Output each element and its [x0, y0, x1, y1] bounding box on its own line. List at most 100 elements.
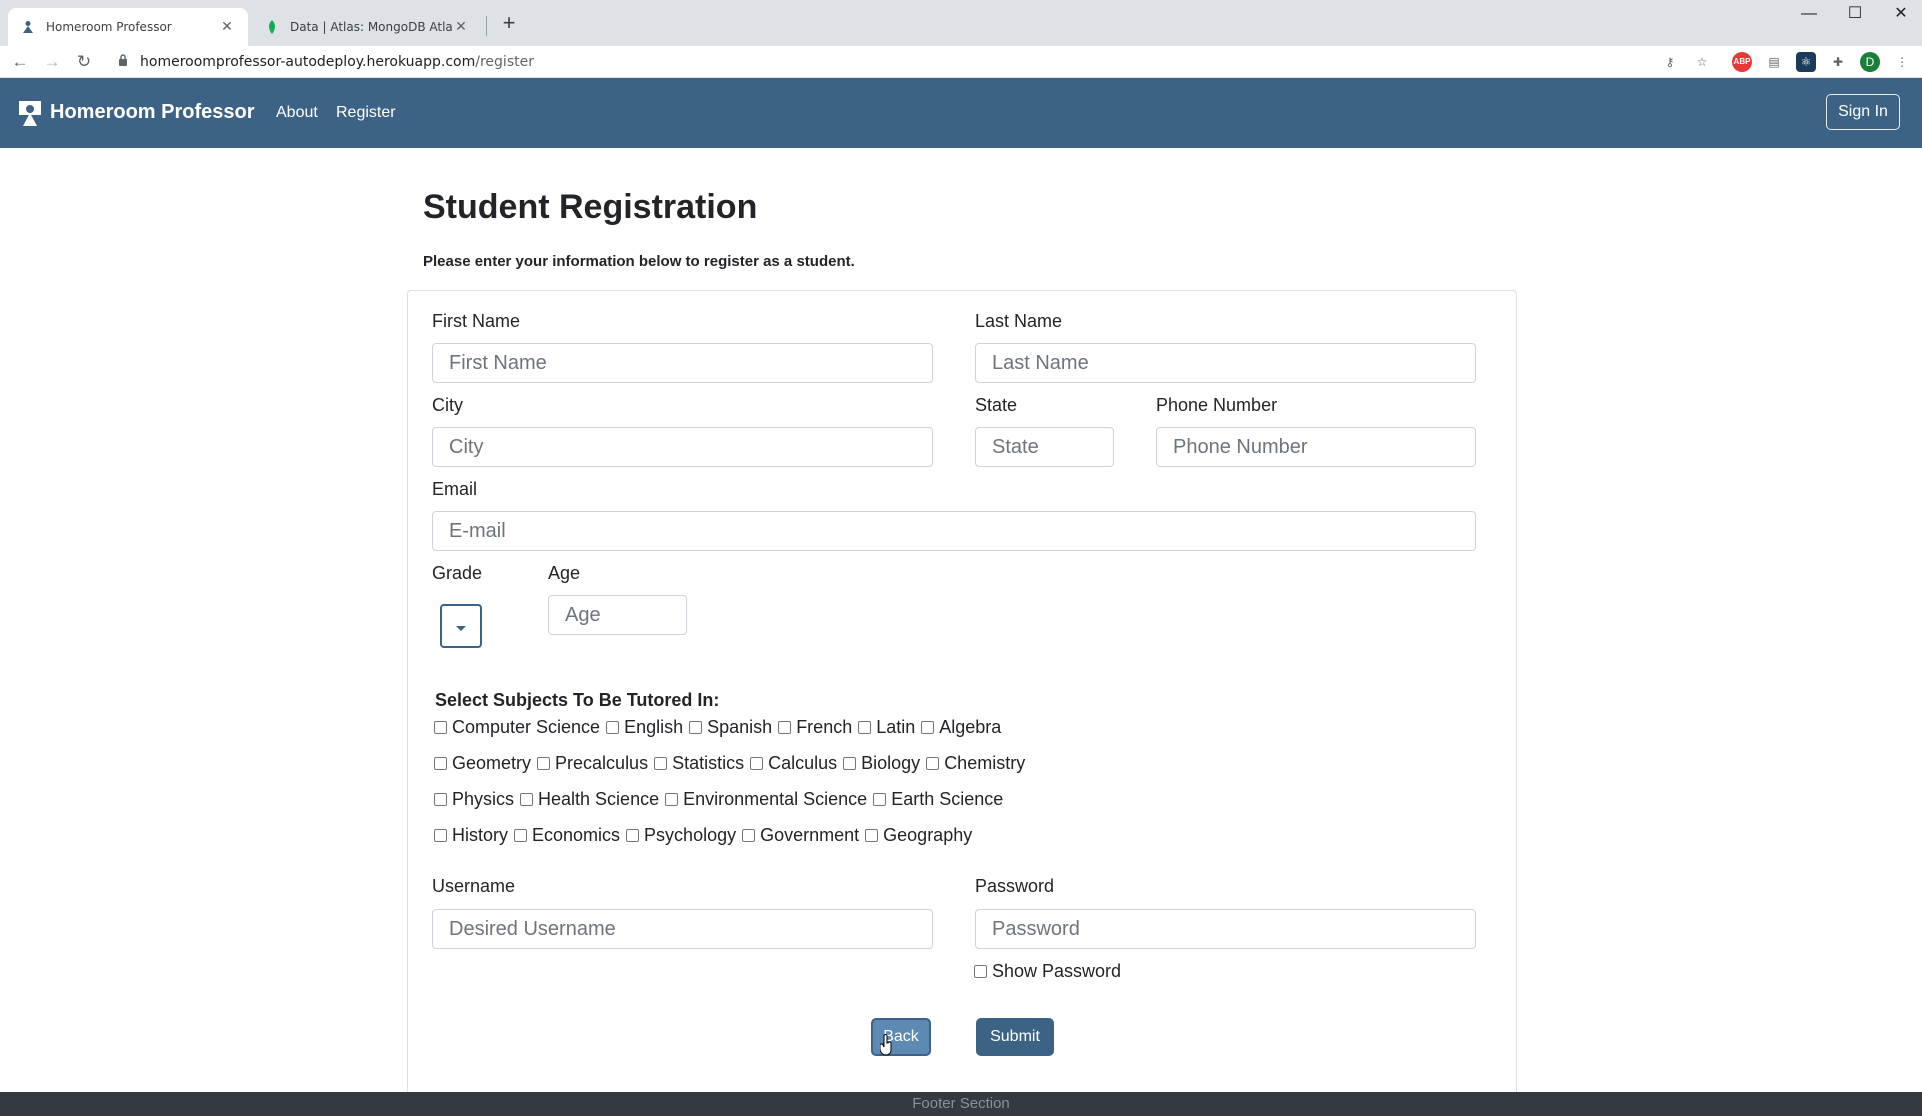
checkbox-box[interactable]: [654, 757, 668, 770]
close-tab-icon[interactable]: ✕: [452, 19, 470, 35]
subject-label: Government: [760, 825, 860, 845]
checkbox-box[interactable]: [750, 757, 764, 770]
checkbox-box[interactable]: [606, 721, 620, 734]
lock-icon[interactable]: [118, 54, 132, 68]
subject-checkbox-english[interactable]: English: [606, 717, 683, 738]
subject-checkbox-algebra[interactable]: Algebra: [921, 717, 1001, 738]
show-password-label: Show Password: [992, 961, 1122, 981]
minimize-icon[interactable]: —: [1786, 0, 1832, 30]
subject-checkbox-statistics[interactable]: Statistics: [654, 753, 744, 774]
checkbox-box[interactable]: [843, 757, 857, 770]
state-input[interactable]: [975, 427, 1114, 467]
phone-label: Phone Number: [1156, 395, 1278, 415]
sign-in-button[interactable]: Sign In: [1826, 94, 1900, 130]
subject-checkbox-health-science[interactable]: Health Science: [520, 789, 659, 810]
grade-select[interactable]: [440, 604, 482, 648]
subject-checkbox-calculus[interactable]: Calculus: [750, 753, 837, 774]
checkbox-box[interactable]: [434, 757, 447, 770]
tab-mongodb-atlas[interactable]: Data | Atlas: MongoDB Atlas ✕: [252, 8, 482, 46]
city-input[interactable]: [432, 427, 933, 467]
subject-checkbox-precalculus[interactable]: Precalculus: [537, 753, 648, 774]
checkbox-box[interactable]: [665, 793, 679, 806]
email-label: Email: [432, 479, 478, 499]
checkbox-box[interactable]: [974, 965, 987, 978]
first-name-input[interactable]: [432, 343, 933, 383]
subject-checkbox-geometry[interactable]: Geometry: [434, 753, 531, 774]
checkbox-box[interactable]: [858, 721, 872, 734]
checkbox-box[interactable]: [434, 829, 447, 842]
subject-label: Algebra: [939, 717, 1002, 737]
submit-button[interactable]: Submit: [976, 1018, 1054, 1056]
username-input[interactable]: [432, 909, 933, 949]
username-label: Username: [432, 876, 516, 896]
checkbox-box[interactable]: [873, 793, 887, 806]
subject-checkbox-earth-science[interactable]: Earth Science: [873, 789, 1003, 810]
checkbox-box[interactable]: [865, 829, 879, 842]
subject-checkbox-physics[interactable]: Physics: [434, 789, 514, 810]
password-input[interactable]: [975, 909, 1476, 949]
subject-label: Geography: [883, 825, 973, 845]
mongodb-leaf-icon: [264, 19, 280, 35]
nav-link-about[interactable]: About: [276, 104, 318, 122]
subject-checkbox-chemistry[interactable]: Chemistry: [926, 753, 1025, 774]
subject-label: History: [452, 825, 509, 845]
checkbox-box[interactable]: [921, 721, 935, 734]
subject-checkbox-latin[interactable]: Latin: [858, 717, 915, 738]
maximize-icon[interactable]: ☐: [1832, 0, 1878, 30]
adblock-icon[interactable]: ABP: [1732, 52, 1752, 72]
subject-checkbox-computer-science[interactable]: Computer Science: [434, 717, 600, 738]
close-tab-icon[interactable]: ✕: [218, 19, 236, 35]
subject-label: Economics: [532, 825, 621, 845]
checkbox-box[interactable]: [520, 793, 534, 806]
checkbox-box[interactable]: [514, 829, 528, 842]
subject-checkbox-history[interactable]: History: [434, 825, 508, 846]
subject-checkbox-spanish[interactable]: Spanish: [689, 717, 772, 738]
subject-checkbox-biology[interactable]: Biology: [843, 753, 920, 774]
checkbox-box[interactable]: [742, 829, 756, 842]
reload-icon[interactable]: ↻: [72, 50, 96, 74]
subject-checkbox-environmental-science[interactable]: Environmental Science: [665, 789, 867, 810]
age-input[interactable]: [548, 595, 687, 635]
tab-homeroom-professor[interactable]: Homeroom Professor ✕: [8, 8, 248, 46]
subject-label: Computer Science: [452, 717, 601, 737]
checkbox-box[interactable]: [626, 829, 640, 842]
subject-label: Latin: [876, 717, 916, 737]
url-host: homeroomprofessor-autodeploy.herokuapp.c…: [140, 54, 476, 70]
subject-checkbox-geography[interactable]: Geography: [865, 825, 972, 846]
checkbox-box[interactable]: [689, 721, 703, 734]
brand-link[interactable]: Homeroom Professor: [50, 101, 255, 124]
url-field[interactable]: homeroomprofessor-autodeploy.herokuapp.c…: [140, 54, 534, 70]
nav-link-register[interactable]: Register: [336, 104, 396, 122]
checkbox-box[interactable]: [926, 757, 940, 770]
extension-grid-icon[interactable]: ▤: [1764, 52, 1784, 72]
puzzle-extensions-icon[interactable]: ✚: [1828, 52, 1848, 72]
subject-label: Biology: [861, 753, 921, 773]
back-arrow-icon[interactable]: ←: [8, 50, 32, 74]
subject-checkbox-economics[interactable]: Economics: [514, 825, 620, 846]
forward-arrow-icon[interactable]: →: [40, 50, 64, 74]
react-devtools-icon[interactable]: ⚛: [1796, 52, 1816, 72]
phone-input[interactable]: [1156, 427, 1476, 467]
new-tab-icon[interactable]: +: [496, 10, 522, 36]
checkbox-box[interactable]: [778, 721, 792, 734]
checkbox-box[interactable]: [434, 721, 447, 734]
star-icon[interactable]: ☆: [1692, 52, 1712, 72]
hand-cursor-icon: [879, 1034, 894, 1056]
subject-label: Precalculus: [555, 753, 649, 773]
close-window-icon[interactable]: ✕: [1878, 0, 1922, 30]
show-password-checkbox[interactable]: Show Password: [974, 961, 1121, 982]
last-name-input[interactable]: [975, 343, 1476, 383]
subject-checkbox-government[interactable]: Government: [742, 825, 859, 846]
subjects-heading: Select Subjects To Be Tutored In:: [435, 690, 720, 710]
subject-checkbox-french[interactable]: French: [778, 717, 852, 738]
email-input[interactable]: [432, 511, 1476, 551]
subjects-row-4: History Economics Psychology Government …: [434, 825, 978, 846]
key-icon[interactable]: ⚷: [1660, 52, 1680, 72]
checkbox-box[interactable]: [537, 757, 551, 770]
menu-kebab-icon[interactable]: ⋮: [1892, 52, 1912, 72]
profile-avatar[interactable]: D: [1860, 52, 1880, 72]
subject-checkbox-psychology[interactable]: Psychology: [626, 825, 736, 846]
subjects-row-2: Geometry Precalculus Statistics Calculus…: [434, 753, 1031, 774]
checkbox-box[interactable]: [434, 793, 447, 806]
address-bar: ← → ↻ homeroomprofessor-autodeploy.herok…: [0, 46, 1922, 78]
